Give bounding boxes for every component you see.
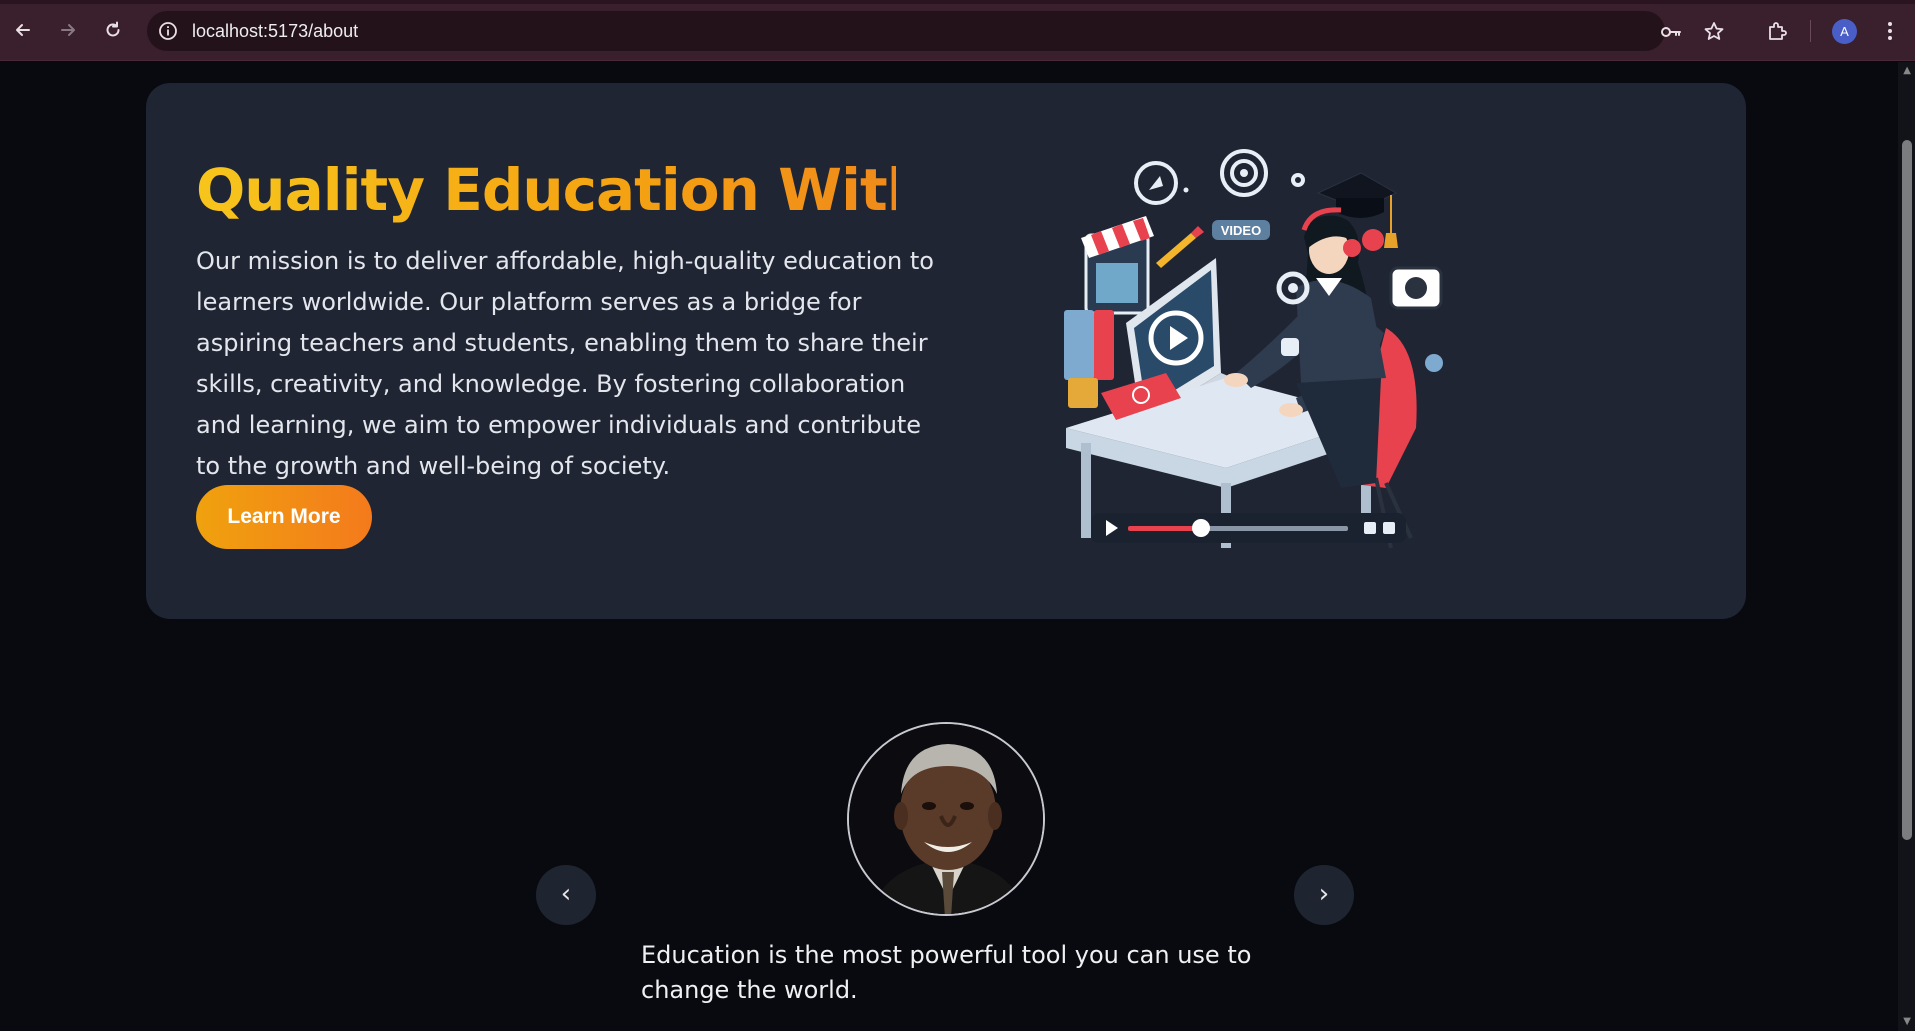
hero-title: Quality Education Withi [196, 151, 896, 229]
about-hero-card: Quality Education Withi Our mission is t… [146, 83, 1746, 619]
password-key-icon[interactable] [1659, 20, 1683, 44]
forward-arrow-icon [61, 24, 75, 36]
tab-strip-edge [0, 0, 1915, 4]
reload-button[interactable] [97, 14, 129, 46]
address-bar[interactable]: localhost:5173/about [147, 11, 1724, 51]
testimonial-next-button[interactable]: › [1294, 865, 1354, 925]
bookmark-star-icon[interactable] [1702, 20, 1726, 44]
learn-more-button[interactable]: Learn More [196, 485, 372, 549]
scroll-up-arrow-icon[interactable]: ▲ [1903, 65, 1911, 76]
quote-author-portrait [847, 722, 1045, 916]
browser-toolbar: localhost:5173/about A [0, 0, 1915, 61]
menu-dots-icon[interactable] [1880, 19, 1900, 43]
portrait-image [849, 724, 1043, 914]
reload-icon [106, 21, 120, 37]
video-badge-label: VIDEO [1221, 223, 1261, 238]
testimonial-quote: Education is the most powerful tool you … [641, 941, 1252, 1004]
info-icon[interactable] [157, 20, 179, 42]
online-learning-illustration: VIDEO [1064, 149, 1443, 549]
forward-button[interactable] [52, 14, 84, 46]
profile-avatar[interactable]: A [1832, 19, 1857, 44]
scrollbar-thumb[interactable] [1902, 140, 1912, 840]
back-button[interactable] [7, 14, 39, 46]
testimonial-prev-button[interactable]: ‹ [536, 865, 596, 925]
extensions-icon[interactable] [1765, 19, 1789, 43]
scroll-down-arrow-icon[interactable]: ▼ [1903, 1016, 1911, 1027]
url-text[interactable]: localhost:5173/about [192, 11, 358, 51]
back-arrow-icon [16, 24, 30, 36]
toolbar-separator [1810, 20, 1811, 42]
hero-description: Our mission is to deliver affordable, hi… [196, 247, 934, 480]
